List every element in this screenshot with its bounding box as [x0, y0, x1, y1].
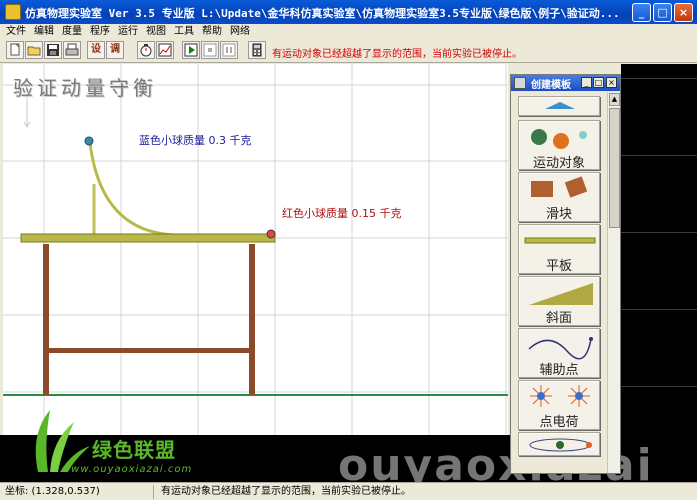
template-label: 运动对象: [532, 156, 585, 171]
app-icon: [5, 4, 21, 20]
status-coordinates: 坐标: (1.328,0.537): [2, 485, 154, 499]
menu-file[interactable]: 文件: [0, 24, 30, 39]
minimize-button[interactable]: _: [632, 3, 651, 22]
template-label: 平板: [545, 259, 572, 274]
curved-ramp[interactable]: [88, 142, 176, 237]
experiment-title: 验证动量守衡: [13, 76, 157, 100]
panel-close-button[interactable]: ×: [606, 77, 617, 88]
window-title: 仿真物理实验室 Ver 3.5 专业版 L:\Update\金华科仿真实验室\仿…: [25, 7, 620, 20]
tune-button[interactable]: 调: [106, 41, 124, 59]
create-template-panel: 创建模板 _ □ × 运动对象 滑块 平板 斜面 辅助点 点电荷 ▲: [510, 74, 621, 474]
right-black-area: [621, 64, 697, 435]
open-folder-icon[interactable]: [25, 41, 43, 59]
watermark-url: www.ouyaoxiazai.com: [62, 464, 193, 475]
template-plate[interactable]: 平板: [518, 224, 600, 274]
watermark-brand: 绿色联盟: [92, 438, 176, 462]
menu-edit[interactable]: 编辑: [30, 24, 58, 39]
template-label: 辅助点: [539, 363, 579, 378]
title-bar[interactable]: 仿真物理实验室 Ver 3.5 专业版 L:\Update\金华科仿真实验室\仿…: [0, 0, 697, 24]
template-point-charge[interactable]: 点电荷: [518, 380, 600, 430]
panel-collapse-button[interactable]: [518, 96, 600, 116]
maximize-button[interactable]: □: [653, 3, 672, 22]
status-bar: 坐标: (1.328,0.537) 有运动对象已经超越了显示的范围，当前实验已被…: [0, 482, 697, 500]
calculator-icon[interactable]: [248, 41, 266, 59]
timer-icon[interactable]: [137, 41, 155, 59]
panel-maximize-button[interactable]: □: [593, 77, 604, 88]
template-aux-point[interactable]: 辅助点: [518, 328, 600, 378]
panel-minimize-button[interactable]: _: [581, 77, 592, 88]
template-moving-object[interactable]: 运动对象: [518, 120, 600, 171]
red-ball[interactable]: [266, 229, 276, 239]
template-label: 滑块: [545, 207, 572, 222]
menu-program[interactable]: 程序: [86, 24, 114, 39]
play-icon[interactable]: [182, 41, 200, 59]
panel-title: 创建模板: [531, 80, 571, 91]
set-button[interactable]: 设: [87, 41, 105, 59]
tabletop-board[interactable]: [20, 233, 276, 243]
table[interactable]: [43, 244, 255, 395]
simulation-canvas[interactable]: 验证动量守衡 蓝色小球质量 0.3 千克 红色小球质量 0.15 千克: [3, 64, 508, 435]
template-label: 点电荷: [539, 415, 579, 430]
pause-icon[interactable]: [220, 41, 238, 59]
toolbar: 设 调 有运动对象已经超越了显示的范围，当前实验已被停止。: [0, 39, 697, 63]
scroll-thumb[interactable]: [609, 108, 620, 228]
template-label: 斜面: [545, 311, 572, 326]
menu-bar: 文件 编辑 度量 程序 运行 视图 工具 帮助 网络: [0, 24, 697, 39]
panel-icon: [514, 77, 526, 89]
scroll-up-arrow[interactable]: ▲: [609, 93, 620, 106]
toolbar-message: 有运动对象已经超越了显示的范围，当前实验已被停止。: [272, 49, 522, 60]
close-button[interactable]: ×: [674, 3, 693, 22]
menu-view[interactable]: 视图: [142, 24, 170, 39]
template-orbit[interactable]: [518, 432, 600, 456]
printer-icon[interactable]: [63, 41, 81, 59]
stop-icon[interactable]: [201, 41, 219, 59]
menu-measure[interactable]: 度量: [58, 24, 86, 39]
panel-title-bar[interactable]: 创建模板 _ □ ×: [511, 75, 620, 91]
menu-tools[interactable]: 工具: [170, 24, 198, 39]
template-slider[interactable]: 滑块: [518, 172, 600, 222]
orbit-icon: [529, 438, 592, 452]
menu-run[interactable]: 运行: [114, 24, 142, 39]
app-window: 仿真物理实验室 Ver 3.5 专业版 L:\Update\金华科仿真实验室\仿…: [0, 0, 697, 500]
menu-network[interactable]: 网络: [226, 24, 254, 39]
blue-ball-label: 蓝色小球质量 0.3 千克: [139, 134, 252, 147]
menu-help[interactable]: 帮助: [198, 24, 226, 39]
template-incline[interactable]: 斜面: [518, 276, 600, 326]
watermark-logo: 绿色联盟 www.ouyaoxiazai.com: [28, 404, 228, 478]
new-file-icon[interactable]: [6, 41, 24, 59]
panel-scrollbar[interactable]: ▲: [607, 92, 620, 473]
blue-ball[interactable]: [84, 136, 94, 146]
status-message: 有运动对象已经超越了显示的范围，当前实验已被停止。: [161, 486, 411, 497]
graph-icon[interactable]: [156, 41, 174, 59]
save-disk-icon[interactable]: [44, 41, 62, 59]
red-ball-label: 红色小球质量 0.15 千克: [282, 207, 402, 220]
